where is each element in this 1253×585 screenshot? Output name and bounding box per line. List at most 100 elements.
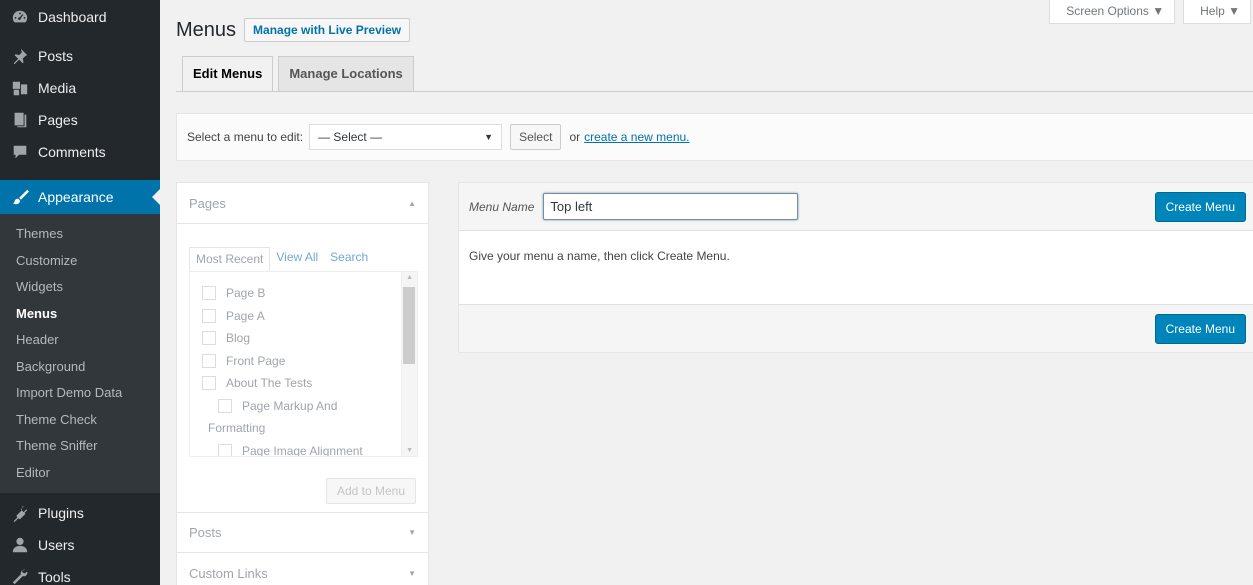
nav-pages[interactable]: Pages	[0, 104, 160, 136]
help-button[interactable]: Help ▼	[1183, 0, 1251, 24]
custom-links-section-title: Custom Links	[189, 565, 268, 581]
title-row: Menus Manage with Live Preview	[176, 18, 411, 42]
appearance-submenu: Themes Customize Widgets Menus Header Ba…	[0, 214, 160, 493]
item-label: Page A	[226, 308, 265, 323]
item-label: About The Tests	[226, 376, 313, 391]
menu-name-label: Menu Name	[469, 199, 535, 214]
posts-section-header[interactable]: Posts ▼	[177, 512, 428, 553]
pages-section-title: Pages	[189, 195, 226, 211]
submenu-widgets[interactable]: Widgets	[0, 274, 160, 301]
submenu-menus[interactable]: Menus	[0, 301, 160, 328]
nav-media[interactable]: Media	[0, 72, 160, 104]
nav-posts[interactable]: Posts	[0, 40, 160, 72]
pages-section-body: Most Recent View All Search Page B Page …	[177, 224, 428, 512]
nav-appearance[interactable]: Appearance	[0, 180, 160, 214]
item-label: Page Image Alignment	[242, 443, 363, 457]
nav-label: Tools	[38, 569, 71, 585]
tab-manage-locations[interactable]: Manage Locations	[278, 56, 414, 91]
select-button[interactable]: Select	[510, 124, 562, 150]
or-text: or	[569, 130, 581, 144]
scrollbar[interactable]: ▲ ▼	[401, 272, 417, 456]
tab-search[interactable]: Search	[324, 246, 374, 271]
screen-options-button[interactable]: Screen Options ▼	[1049, 0, 1176, 24]
scroll-thumb[interactable]	[403, 287, 415, 364]
nav-label: Appearance	[38, 189, 114, 205]
create-menu-button-top[interactable]: Create Menu	[1154, 191, 1246, 222]
submenu-themes[interactable]: Themes	[0, 221, 160, 248]
submenu-editor[interactable]: Editor	[0, 460, 160, 487]
scroll-down-icon[interactable]: ▼	[406, 447, 413, 454]
nav-label: Comments	[38, 144, 106, 160]
nav-label: Plugins	[38, 505, 84, 521]
admin-sidebar: Dashboard Posts Media Pages Comments App…	[0, 0, 160, 585]
checkbox[interactable]	[202, 331, 216, 346]
main-content: Screen Options ▼ Help ▼ Menus Manage wit…	[160, 0, 1253, 585]
create-menu-button-bottom[interactable]: Create Menu	[1154, 313, 1246, 344]
nav-tabs: Edit Menus Manage Locations	[182, 56, 419, 92]
submenu-background[interactable]: Background	[0, 354, 160, 381]
checkbox[interactable]	[202, 353, 216, 368]
tab-view-all[interactable]: View All	[270, 246, 324, 271]
submenu-theme-sniffer[interactable]: Theme Sniffer	[0, 433, 160, 460]
submenu-theme-check[interactable]: Theme Check	[0, 407, 160, 434]
users-icon	[10, 535, 30, 555]
item-label: Page Markup And	[242, 398, 338, 413]
checkbox[interactable]	[202, 376, 216, 391]
custom-links-section-header[interactable]: Custom Links ▼	[177, 553, 428, 585]
nav-label: Media	[38, 80, 77, 96]
select-menu-label: Select a menu to edit:	[187, 130, 304, 144]
menu-edit-panel: Menu Name Create Menu Give your menu a n…	[458, 182, 1253, 353]
pages-icon	[10, 110, 30, 130]
manage-menus-bar: Select a menu to edit: — Select — ▼ Sele…	[176, 113, 1253, 161]
create-new-menu-link[interactable]: create a new menu.	[584, 130, 689, 144]
scroll-up-icon[interactable]: ▲	[406, 274, 413, 281]
nav-dashboard[interactable]: Dashboard	[0, 0, 160, 34]
nav-users[interactable]: Users	[0, 529, 160, 561]
pages-section-header[interactable]: Pages ▲	[177, 183, 428, 224]
pages-inner-tabs: Most Recent View All Search	[189, 246, 418, 272]
checkbox[interactable]	[202, 286, 216, 301]
nav-plugins[interactable]: Plugins	[0, 497, 160, 529]
add-to-menu-button[interactable]: Add to Menu	[325, 478, 416, 504]
triangle-up-icon: ▲	[408, 198, 416, 208]
checkbox[interactable]	[218, 398, 232, 413]
item-label: Front Page	[226, 353, 286, 368]
menu-edit-header: Menu Name Create Menu	[459, 183, 1253, 231]
active-arrow	[152, 189, 160, 205]
screen-meta-links: Screen Options ▼ Help ▼	[1049, 0, 1253, 24]
menu-select-dropdown[interactable]: — Select — ▼	[309, 124, 503, 150]
page-title: Menus	[176, 18, 237, 41]
dashboard-icon	[10, 7, 30, 27]
list-item[interactable]: Front Page	[190, 350, 417, 373]
tab-edit-menus[interactable]: Edit Menus	[182, 56, 274, 92]
add-menu-items-accordion: Pages ▲ Most Recent View All Search Page…	[176, 182, 429, 585]
nav-label: Dashboard	[38, 9, 107, 25]
triangle-down-icon: ▼	[408, 568, 416, 578]
tabs-divider	[176, 91, 1253, 92]
item-label: Page B	[226, 286, 266, 301]
checkbox[interactable]	[218, 443, 232, 456]
list-item[interactable]: Page Image Alignment	[190, 440, 417, 457]
live-preview-button[interactable]: Manage with Live Preview	[244, 18, 411, 42]
list-item[interactable]: Blog	[190, 327, 417, 350]
pages-checklist: Page B Page A Blog Front Page About The …	[189, 271, 418, 457]
submenu-header[interactable]: Header	[0, 327, 160, 354]
nav-tools[interactable]: Tools	[0, 561, 160, 585]
list-item[interactable]: Page A	[190, 305, 417, 328]
caret-down-icon: ▼	[484, 132, 494, 142]
list-item[interactable]: Page Markup And	[190, 395, 417, 418]
list-item[interactable]: About The Tests	[190, 372, 417, 395]
submenu-import-demo-data[interactable]: Import Demo Data	[0, 380, 160, 407]
menu-edit-footer: Create Menu	[459, 304, 1253, 352]
menu-name-input[interactable]	[543, 193, 799, 220]
item-label: Blog	[226, 331, 251, 346]
checkbox[interactable]	[202, 308, 216, 323]
triangle-down-icon: ▼	[408, 528, 416, 537]
menu-edit-body: Give your menu a name, then click Create…	[459, 231, 1253, 304]
paintbrush-icon	[10, 187, 30, 207]
submenu-customize[interactable]: Customize	[0, 248, 160, 275]
tools-icon	[10, 567, 30, 585]
list-item[interactable]: Page B	[190, 282, 417, 305]
tab-most-recent[interactable]: Most Recent	[189, 247, 271, 272]
nav-comments[interactable]: Comments	[0, 136, 160, 168]
